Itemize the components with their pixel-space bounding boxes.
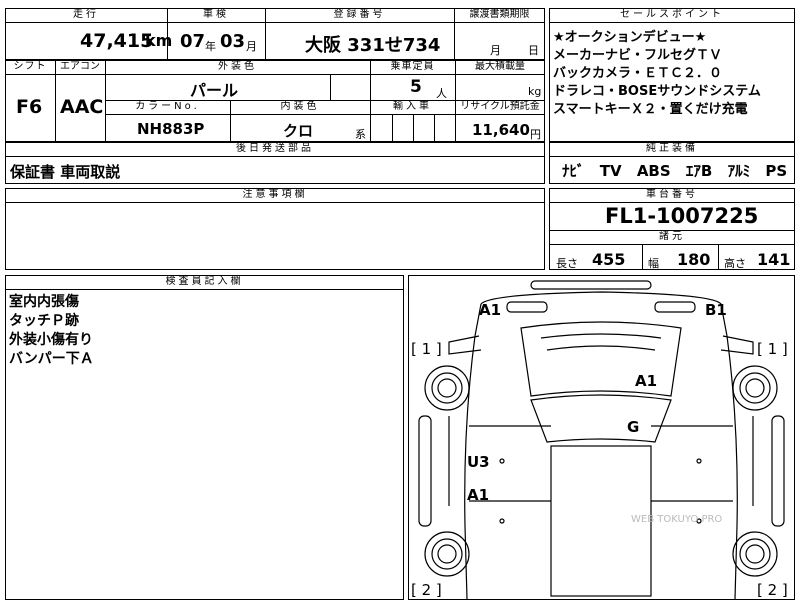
mirror-left-shape [448, 335, 482, 355]
transfer-month-unit: 月 [490, 44, 501, 57]
shaken-month: 03 [220, 31, 246, 52]
bracket-top-left: [ 1 ] [411, 340, 442, 358]
equipment-item: PS [765, 162, 788, 180]
sales-point-line: スマートキーＸ２・置くだけ充電 [553, 102, 748, 117]
watermark-text: WEB TOKUYO PRO [631, 514, 723, 525]
specs-label: 諸元 [549, 230, 795, 245]
shaken-year-unit: 年 [205, 40, 216, 53]
aircon-label: エアコン [55, 60, 105, 75]
inspector-note-line: 室内内張傷 [9, 294, 79, 310]
height-label: 高さ [724, 257, 746, 270]
mark-windshield: G [627, 418, 640, 436]
length-value: 455 [592, 250, 626, 269]
mileage-value: 47,415 [80, 30, 154, 52]
shaken-label: 車検 [167, 8, 265, 23]
bracket-bottom-right: [ 2 ] [757, 581, 788, 599]
interior-color-value: クロ [283, 122, 314, 140]
shift-label: シフト [5, 60, 55, 75]
front-bumper-shape [530, 280, 652, 290]
import-label: 輸入車 [370, 100, 455, 115]
bracket-top-right: [ 1 ] [757, 340, 788, 358]
car-diagram-svg [418, 280, 785, 599]
aircon-value: AAC [60, 96, 104, 118]
equipment-item: TV [599, 162, 622, 180]
sales-points-label: セールスポイント [549, 8, 795, 23]
mark-front-door: U3 [467, 453, 490, 471]
inspector-notes: 室内内張傷 タッチＰ跡 外装小傷有り バンパー下Ａ [9, 293, 94, 369]
recycle-label: リサイクル預託金 [455, 100, 545, 115]
shaken-month-unit: 月 [246, 40, 257, 53]
mileage-unit: km [145, 31, 173, 50]
interior-color-label: 内装色 [230, 100, 370, 115]
mark-rear-door: A1 [467, 486, 490, 504]
headlight-right-shape [654, 301, 696, 313]
exterior-color-value: パール [190, 81, 239, 100]
sales-point-line: メーカーナビ・フルセグＴＶ [553, 48, 723, 63]
mileage-label: 走行 [5, 8, 167, 23]
interior-color-suffix: 系 [355, 128, 366, 141]
exterior-color-label: 外装色 [105, 60, 370, 75]
notes-label: 注意事項欄 [5, 188, 545, 203]
later-parts-value: 保証書 車両取説 [10, 163, 121, 181]
windshield-shape [530, 394, 672, 443]
height-value: 141 [757, 250, 791, 269]
equipment-list: ﾅﾋﾞ TV ABS ｴｱB ｱﾙﾐ PS PW [562, 160, 800, 181]
equipment-item: ABS [636, 162, 671, 180]
sales-point-line: ドラレコ・BOSEサウンドシステム [553, 84, 761, 99]
inspector-note-line: 外装小傷有り [9, 332, 93, 348]
mark-front-right: B1 [705, 301, 727, 319]
later-parts-label: 後日発送部品 [5, 142, 545, 157]
mirror-right-shape [720, 335, 754, 355]
max-load-label: 最大積載量 [455, 60, 545, 75]
max-load-unit: kg [528, 85, 542, 98]
recycle-value: 11,640 [472, 121, 530, 139]
registration-value: 大阪 331せ734 [305, 35, 441, 56]
shaken-year: 07 [180, 31, 206, 52]
transfer-day-unit: 日 [528, 44, 539, 57]
mark-front-left: A1 [479, 301, 502, 319]
equipment-item: ﾅﾋﾞ [562, 162, 585, 180]
sales-point-line: ★オークションデビュー★ [553, 30, 707, 45]
color-no-label: カラーNo. [105, 100, 230, 115]
equipment-item: ｱﾙﾐ [727, 162, 751, 180]
inspector-note-line: タッチＰ跡 [9, 313, 79, 329]
inspector-label: 検査員記入欄 [5, 275, 404, 290]
width-label: 幅 [648, 257, 659, 270]
car-diagram-box: A1 B1 A1 G U3 A1 [ 1 ] [ 1 ] [ 2 ] [ 2 ]… [408, 275, 795, 600]
equipment-label: 純正装備 [549, 142, 795, 157]
transfer-label: 譲渡書類期限 [454, 8, 545, 23]
chassis-label: 車台番号 [549, 188, 795, 203]
equipment-item: ｴｱB [685, 162, 713, 180]
inspector-note-line: バンパー下Ａ [9, 351, 94, 367]
sales-point-line: バックカメラ・ＥＴＣ２．０ [553, 66, 723, 81]
chassis-value: FL1-1007225 [605, 204, 759, 228]
capacity-value: 5 [410, 77, 422, 97]
recycle-unit: 円 [530, 128, 541, 141]
mark-hood: A1 [635, 372, 658, 390]
capacity-unit: 人 [436, 87, 447, 100]
color-no-value: NH883P [137, 120, 205, 138]
length-label: 長さ [556, 257, 578, 270]
width-value: 180 [677, 250, 711, 269]
headlight-left-shape [506, 301, 548, 313]
sales-points-list: ★オークションデビュー★ メーカーナビ・フルセグＴＶ バックカメラ・ＥＴＣ２．０… [553, 29, 793, 119]
shift-value: F6 [16, 96, 43, 118]
registration-label: 登録番号 [265, 8, 454, 23]
capacity-label: 乗車定員 [370, 60, 455, 75]
bracket-bottom-left: [ 2 ] [411, 581, 442, 599]
